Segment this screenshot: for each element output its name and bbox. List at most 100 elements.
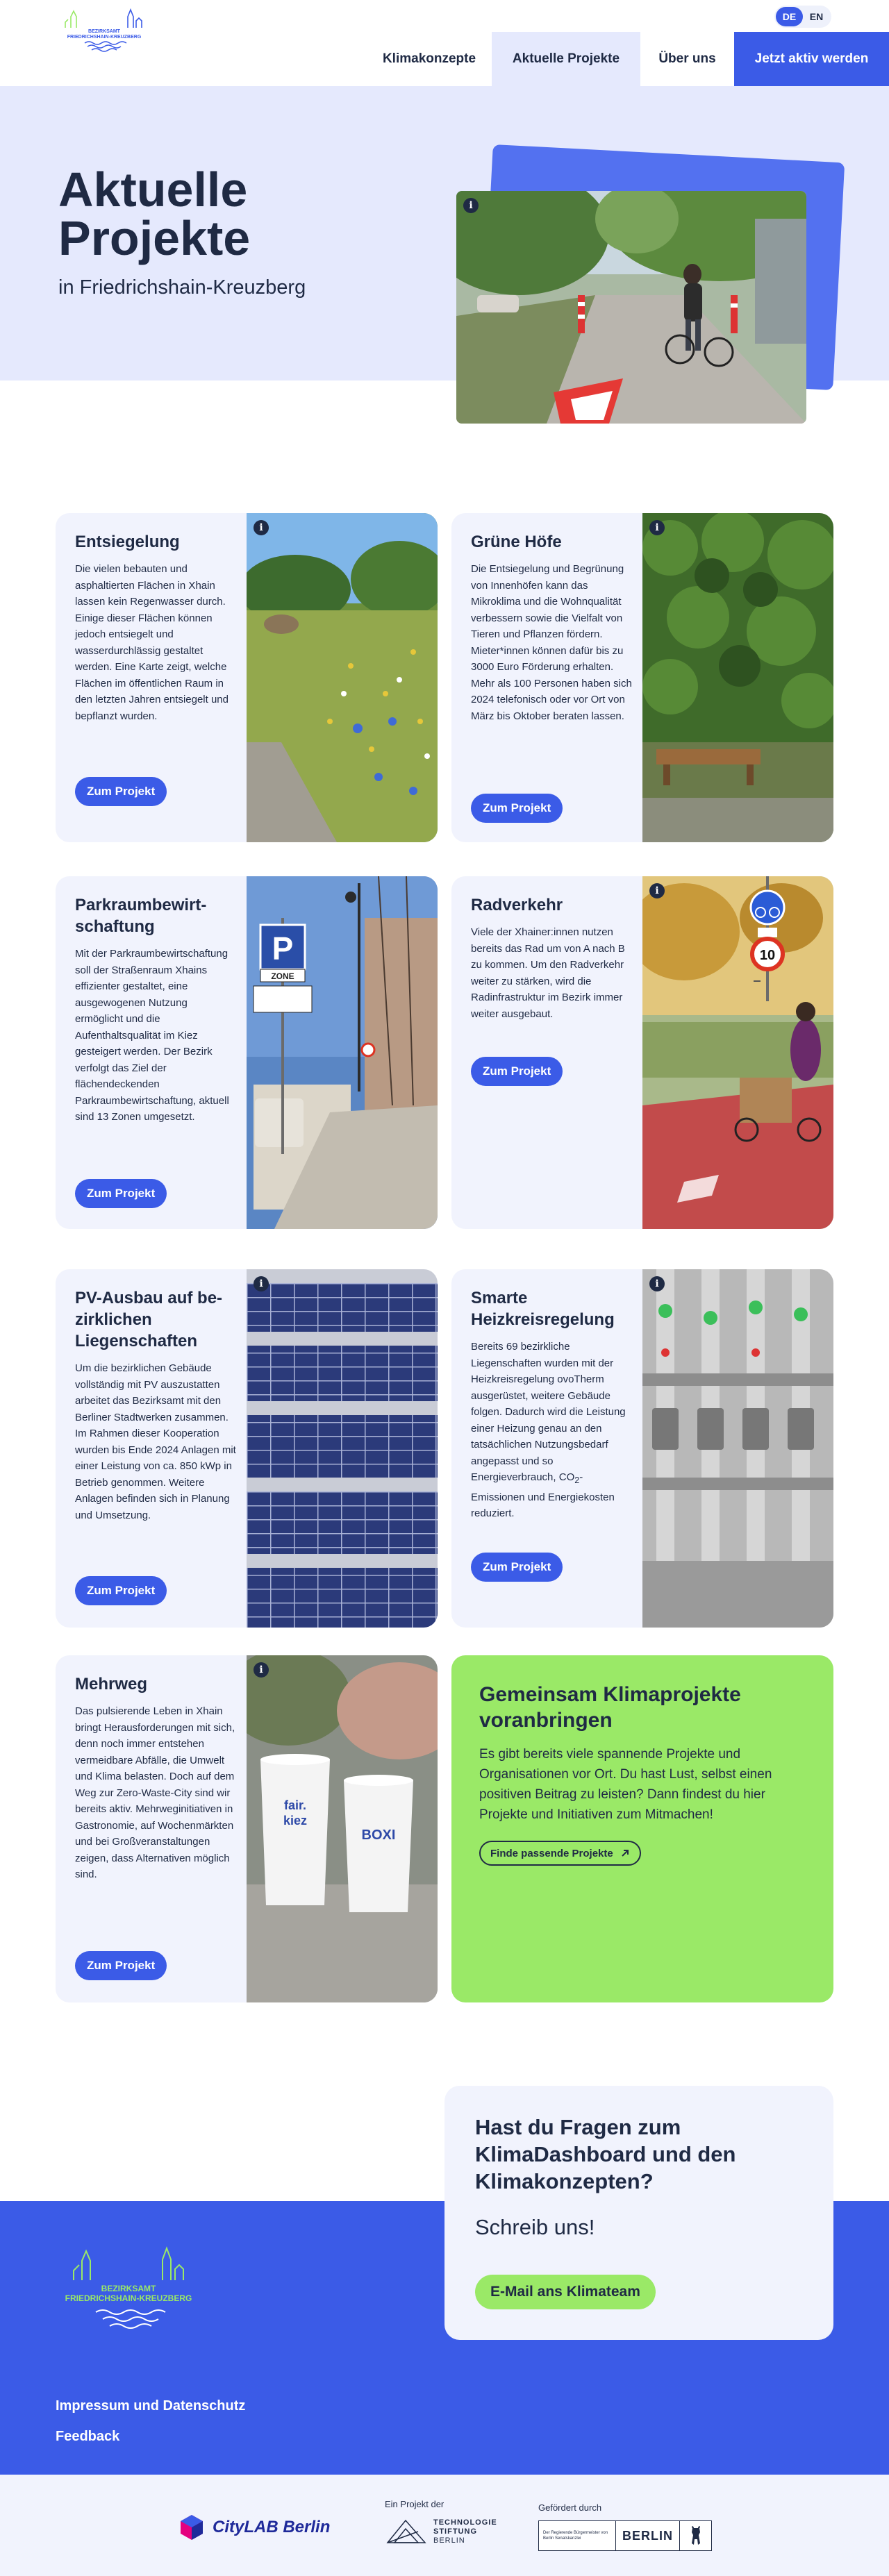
contact-card: Hast du Fragen zum KlimaDashboard und de…: [444, 2086, 833, 2340]
project-title: Grüne Höfe: [471, 533, 562, 551]
project-description: Bereits 69 bezirkliche Liegenschaften wu…: [471, 1341, 626, 1519]
zum-projekt-button[interactable]: Zum Projekt: [471, 794, 563, 823]
info-icon[interactable]: i: [649, 520, 665, 535]
project-title-line2: schaftung: [75, 917, 155, 936]
lang-en-button[interactable]: EN: [803, 7, 830, 26]
tsb-logo[interactable]: TECHNOLOGIE STIFTUNG BERLIN: [385, 2518, 497, 2545]
finde-projekte-button[interactable]: Finde passende Projekte: [479, 1841, 641, 1866]
project-image: i: [247, 1269, 438, 1628]
project-description: Viele der Xhainer:innen nutzen bereits d…: [471, 926, 625, 1020]
logo-line2: FRIEDRICHSHAIN-KREUZBERG: [67, 35, 142, 40]
berlin-senate-text: Der Regierende Bürgermeister von Berlin …: [543, 2531, 608, 2541]
speed-limit-sign-text: 10: [760, 948, 775, 963]
cta-text: Es gibt bereits viele spannende Projekte…: [479, 1747, 772, 1822]
zum-projekt-button[interactable]: Zum Projekt: [471, 1553, 563, 1582]
page-title-line1: Aktuelle: [58, 162, 248, 217]
info-icon[interactable]: i: [254, 520, 269, 535]
berlin-logo[interactable]: Der Regierende Bürgermeister von Berlin …: [538, 2520, 712, 2551]
info-icon[interactable]: i: [254, 1276, 269, 1291]
project-card-entsiegelung: Entsiegelung Die vielen bebauten und asp…: [56, 513, 438, 842]
bezirksamt-logo[interactable]: BEZIRKSAMT FRIEDRICHSHAIN-KREUZBERG: [56, 7, 153, 56]
info-icon[interactable]: i: [649, 883, 665, 898]
tsb-line1: TECHNOLOGIE: [433, 2518, 497, 2527]
nav-ueber-uns[interactable]: Über uns: [640, 32, 734, 86]
project-image: i fair. kiez BOXI: [247, 1655, 438, 2002]
info-icon[interactable]: i: [254, 1662, 269, 1678]
project-card-heizkreisregelung: Smarte Heizkreisregelung Bereits 69 bezi…: [451, 1269, 833, 1628]
gefoerdert-label: Gefördert durch: [538, 2502, 602, 2513]
project-card-mehrweg: Mehrweg Das pulsierende Leben in Xhain b…: [56, 1655, 438, 2002]
project-description: Mit der Parkraumbewirtschaftung soll der…: [75, 948, 229, 1123]
zum-projekt-button[interactable]: Zum Projekt: [75, 1951, 167, 1980]
svg-text:P: P: [272, 930, 294, 967]
language-switch: DE EN: [774, 6, 831, 28]
project-title: Parkraumbewirt- schaftung: [75, 894, 236, 937]
projekt-der-label: Ein Projekt der: [385, 2499, 444, 2509]
feedback-link[interactable]: Feedback: [56, 2429, 119, 2445]
project-title: Smarte Heizkreisregelung: [471, 1287, 632, 1330]
project-card-gruene-hoefe: Grüne Höfe Die Entsiegelung und Begrünun…: [451, 513, 833, 842]
info-icon[interactable]: i: [463, 198, 479, 213]
project-title: PV-Ausbau auf be- zirklichen Liegenschaf…: [75, 1287, 236, 1352]
project-title: Radverkehr: [471, 896, 563, 914]
cup1-line1: fair.: [284, 1798, 306, 1812]
project-title-line1: Smarte: [471, 1289, 528, 1307]
project-card-parkraumbewirtschaftung: Parkraumbewirt- schaftung Mit der Parkra…: [56, 876, 438, 1229]
logo-line1: BEZIRKSAMT: [88, 29, 121, 34]
cta-title: Gemeinsam Klimaprojekte voranbringen: [479, 1683, 741, 1732]
page-title: Aktuelle Projekte: [58, 165, 350, 262]
tsb-line2: STIFTUNG: [433, 2527, 477, 2536]
project-title-line1: PV-Ausbau auf be-: [75, 1289, 223, 1307]
footer-logo-line1: BEZIRKSAMT: [101, 2284, 156, 2293]
zum-projekt-button[interactable]: Zum Projekt: [75, 777, 167, 806]
citylab-name: CityLAB Berlin: [213, 2518, 331, 2536]
page-title-line2: Projekte: [58, 211, 251, 265]
project-title-line3: Liegenschaften: [75, 1332, 198, 1350]
project-description: Die Entsiegelung und Begrünung von Innen…: [471, 563, 632, 722]
contact-title: Hast du Fragen zum KlimaDashboard und de…: [475, 2115, 736, 2193]
project-title: Mehrweg: [75, 1675, 148, 1693]
nav-klimakonzepte[interactable]: Klimakonzepte: [367, 32, 492, 86]
project-title: Entsiegelung: [75, 533, 180, 551]
finde-projekte-label: Finde passende Projekte: [490, 1847, 613, 1859]
tsb-line3: BERLIN: [433, 2536, 465, 2545]
project-title-line2: zirklichen: [75, 1310, 152, 1329]
zone-sign-text: ZONE: [271, 971, 294, 981]
zum-projekt-button[interactable]: Zum Projekt: [75, 1179, 167, 1208]
street-photo: [456, 191, 806, 424]
bear-icon: [691, 2526, 700, 2545]
citylab-logo[interactable]: CityLAB Berlin: [178, 2514, 330, 2541]
project-description: Das pulsierende Leben in Xhain bringt He…: [75, 1705, 235, 1880]
zum-projekt-button[interactable]: Zum Projekt: [471, 1057, 563, 1086]
hero-image: i: [456, 191, 806, 424]
project-card-radverkehr: Radverkehr Viele der Xhainer:innen nutze…: [451, 876, 833, 1229]
project-title-line2: Heizkreisregelung: [471, 1310, 615, 1329]
project-description: Die vielen bebauten und asphaltierten Fl…: [75, 563, 229, 722]
project-image: i: [247, 513, 438, 842]
page-subtitle: in Friedrichshain-Kreuzberg: [58, 276, 306, 299]
zum-projekt-button[interactable]: Zum Projekt: [75, 1576, 167, 1605]
tsb-mark-icon: [386, 2519, 426, 2543]
info-icon[interactable]: i: [649, 1276, 665, 1291]
nav-jetzt-aktiv-werden[interactable]: Jetzt aktiv werden: [734, 32, 889, 86]
project-image: i: [642, 1269, 833, 1628]
main-nav: Klimakonzepte Aktuelle Projekte Über uns…: [367, 32, 889, 86]
berlin-wordmark: BERLIN: [615, 2521, 679, 2550]
cup1-line2: kiez: [283, 1814, 307, 1828]
project-image: i 10: [642, 876, 833, 1229]
lang-de-button[interactable]: DE: [776, 7, 803, 26]
arrow-up-right-icon: [622, 1850, 629, 1857]
nav-aktuelle-projekte[interactable]: Aktuelle Projekte: [492, 32, 640, 86]
footer-bezirksamt-logo[interactable]: BEZIRKSAMT FRIEDRICHSHAIN-KREUZBERG: [54, 2232, 203, 2343]
footer-logo-line2: FRIEDRICHSHAIN-KREUZBERG: [65, 2293, 192, 2303]
impressum-link[interactable]: Impressum und Datenschutz: [56, 2398, 245, 2414]
email-klimateam-button[interactable]: E-Mail ans Klimateam: [475, 2275, 656, 2309]
project-title-line1: Parkraumbewirt-: [75, 896, 207, 914]
berlin-bear-logo: [679, 2521, 711, 2550]
project-card-pv-ausbau: PV-Ausbau auf be- zirklichen Liegenschaf…: [56, 1269, 438, 1628]
cta-card: Gemeinsam Klimaprojekte voranbringen Es …: [451, 1655, 833, 2002]
project-image: i: [642, 513, 833, 842]
contact-subtitle: Schreib uns!: [475, 2215, 595, 2239]
project-description: Um die bezirklichen Gebäude vollständig …: [75, 1362, 236, 1521]
citylab-mark-icon: [181, 2515, 203, 2540]
